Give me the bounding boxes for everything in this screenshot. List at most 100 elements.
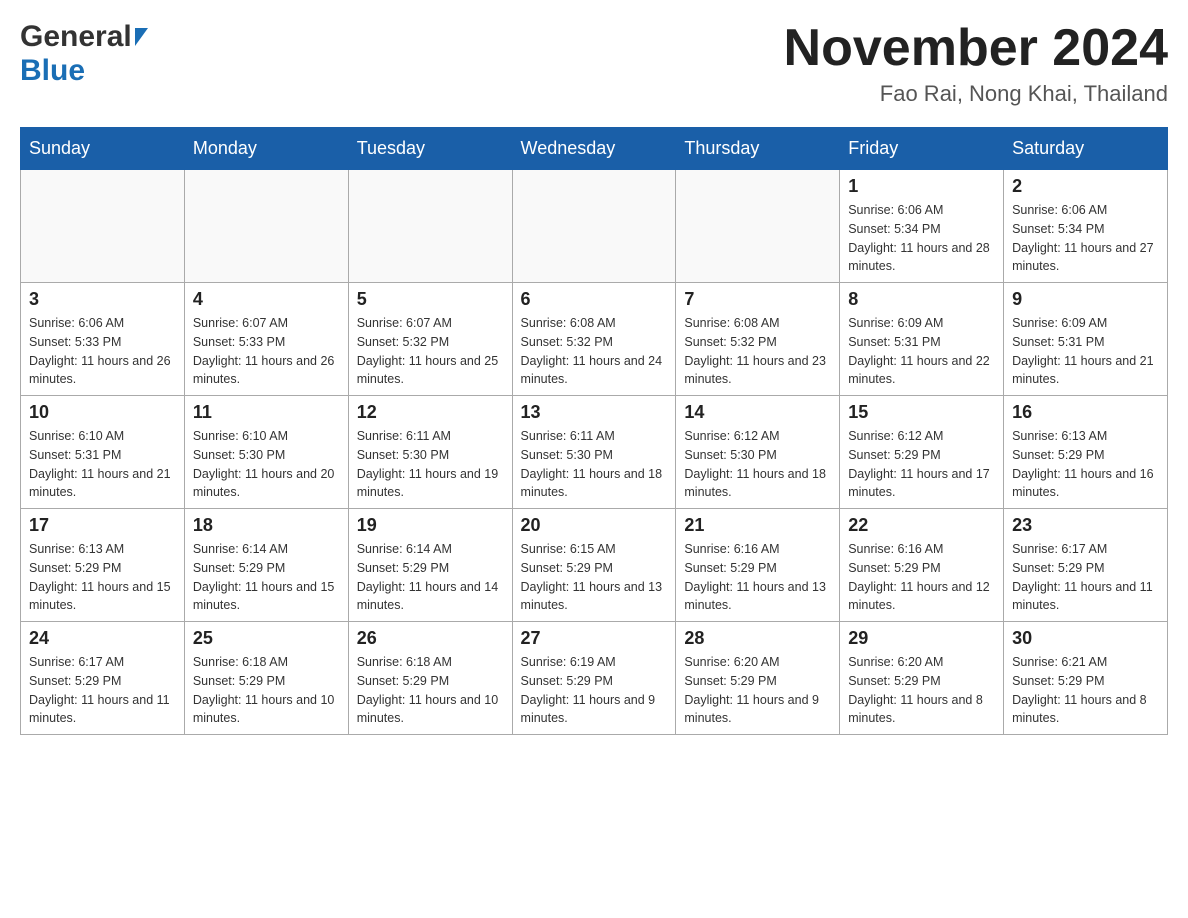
- day-info: Sunrise: 6:13 AMSunset: 5:29 PMDaylight:…: [1012, 427, 1159, 502]
- calendar-cell: 2Sunrise: 6:06 AMSunset: 5:34 PMDaylight…: [1004, 170, 1168, 283]
- calendar-cell: [184, 170, 348, 283]
- calendar-cell: 22Sunrise: 6:16 AMSunset: 5:29 PMDayligh…: [840, 509, 1004, 622]
- calendar-week-1: 1 Sunrise: 6:06 AMSunset: 5:34 PMDaylight…: [21, 170, 1168, 283]
- day-number: 17: [29, 515, 176, 536]
- day-info: Sunrise: 6:18 AMSunset: 5:29 PMDaylight:…: [357, 653, 504, 728]
- calendar-header-tuesday: Tuesday: [348, 128, 512, 170]
- calendar-cell: 24 Sunrise: 6:17 AMSunset: 5:29 PMDayligh…: [21, 622, 185, 735]
- day-info: Sunrise: 6:14 AMSunset: 5:29 PMDaylight:…: [357, 540, 504, 615]
- calendar-table: SundayMondayTuesdayWednesdayThursdayFrid…: [20, 127, 1168, 735]
- calendar-cell: 16 Sunrise: 6:13 AMSunset: 5:29 PMDayligh…: [1004, 396, 1168, 509]
- calendar-cell: 21Sunrise: 6:16 AMSunset: 5:29 PMDayligh…: [676, 509, 840, 622]
- day-info: Sunrise: 6:15 AMSunset: 5:29 PMDaylight:…: [521, 540, 668, 615]
- day-number: 26: [357, 628, 504, 649]
- calendar-cell: 1 Sunrise: 6:06 AMSunset: 5:34 PMDaylight…: [840, 170, 1004, 283]
- day-info: Sunrise: 6:10 AMSunset: 5:30 PMDaylight:…: [193, 427, 340, 502]
- day-info: Sunrise: 6:11 AMSunset: 5:30 PMDaylight:…: [521, 427, 668, 502]
- logo-triangle-icon: [135, 28, 148, 46]
- logo: General Blue: [20, 20, 148, 88]
- day-number: 24: [29, 628, 176, 649]
- calendar-header-friday: Friday: [840, 128, 1004, 170]
- day-info: Sunrise: 6:20 AMSunset: 5:29 PMDaylight:…: [684, 653, 831, 728]
- day-number: 8: [848, 289, 995, 310]
- day-info: Sunrise: 6:12 AMSunset: 5:30 PMDaylight:…: [684, 427, 831, 502]
- calendar-week-3: 10Sunrise: 6:10 AMSunset: 5:31 PMDayligh…: [21, 396, 1168, 509]
- calendar-cell: 25 Sunrise: 6:18 AMSunset: 5:29 PMDayligh…: [184, 622, 348, 735]
- calendar-week-4: 17 Sunrise: 6:13 AMSunset: 5:29 PMDayligh…: [21, 509, 1168, 622]
- day-number: 10: [29, 402, 176, 423]
- day-number: 9: [1012, 289, 1159, 310]
- day-number: 6: [521, 289, 668, 310]
- day-number: 1: [848, 176, 995, 197]
- calendar-header-monday: Monday: [184, 128, 348, 170]
- day-info: Sunrise: 6:09 AMSunset: 5:31 PMDaylight:…: [848, 314, 995, 389]
- day-number: 11: [193, 402, 340, 423]
- day-number: 4: [193, 289, 340, 310]
- calendar-cell: [21, 170, 185, 283]
- day-info: Sunrise: 6:20 AMSunset: 5:29 PMDaylight:…: [848, 653, 995, 728]
- day-number: 30: [1012, 628, 1159, 649]
- calendar-cell: 14 Sunrise: 6:12 AMSunset: 5:30 PMDayligh…: [676, 396, 840, 509]
- day-info: Sunrise: 6:06 AMSunset: 5:33 PMDaylight:…: [29, 314, 176, 389]
- day-number: 20: [521, 515, 668, 536]
- day-info: Sunrise: 6:21 AMSunset: 5:29 PMDaylight:…: [1012, 653, 1159, 728]
- day-number: 14: [684, 402, 831, 423]
- calendar-cell: 10Sunrise: 6:10 AMSunset: 5:31 PMDayligh…: [21, 396, 185, 509]
- logo-general-text: General: [20, 20, 132, 54]
- day-info: Sunrise: 6:07 AMSunset: 5:33 PMDaylight:…: [193, 314, 340, 389]
- day-number: 16: [1012, 402, 1159, 423]
- calendar-cell: 5 Sunrise: 6:07 AMSunset: 5:32 PMDaylight…: [348, 283, 512, 396]
- calendar-cell: 20 Sunrise: 6:15 AMSunset: 5:29 PMDayligh…: [512, 509, 676, 622]
- day-number: 12: [357, 402, 504, 423]
- day-info: Sunrise: 6:17 AMSunset: 5:29 PMDaylight:…: [29, 653, 176, 728]
- day-number: 18: [193, 515, 340, 536]
- day-info: Sunrise: 6:13 AMSunset: 5:29 PMDaylight:…: [29, 540, 176, 615]
- calendar-cell: 30 Sunrise: 6:21 AMSunset: 5:29 PMDayligh…: [1004, 622, 1168, 735]
- calendar-cell: 29Sunrise: 6:20 AMSunset: 5:29 PMDayligh…: [840, 622, 1004, 735]
- day-info: Sunrise: 6:06 AMSunset: 5:34 PMDaylight:…: [848, 201, 995, 276]
- page-header: General Blue November 2024 Fao Rai, Nong…: [20, 20, 1168, 107]
- calendar-cell: 15Sunrise: 6:12 AMSunset: 5:29 PMDayligh…: [840, 396, 1004, 509]
- calendar-week-2: 3Sunrise: 6:06 AMSunset: 5:33 PMDaylight…: [21, 283, 1168, 396]
- calendar-cell: [348, 170, 512, 283]
- month-title: November 2024: [784, 20, 1168, 77]
- day-info: Sunrise: 6:06 AMSunset: 5:34 PMDaylight:…: [1012, 201, 1159, 276]
- calendar-cell: 7Sunrise: 6:08 AMSunset: 5:32 PMDaylight…: [676, 283, 840, 396]
- logo-blue-text: Blue: [20, 54, 85, 87]
- day-number: 27: [521, 628, 668, 649]
- calendar-cell: 19 Sunrise: 6:14 AMSunset: 5:29 PMDayligh…: [348, 509, 512, 622]
- day-info: Sunrise: 6:08 AMSunset: 5:32 PMDaylight:…: [521, 314, 668, 389]
- calendar-header-thursday: Thursday: [676, 128, 840, 170]
- day-number: 19: [357, 515, 504, 536]
- day-number: 13: [521, 402, 668, 423]
- calendar-cell: 6 Sunrise: 6:08 AMSunset: 5:32 PMDaylight…: [512, 283, 676, 396]
- day-info: Sunrise: 6:19 AMSunset: 5:29 PMDaylight:…: [521, 653, 668, 728]
- calendar-cell: 17 Sunrise: 6:13 AMSunset: 5:29 PMDayligh…: [21, 509, 185, 622]
- calendar-cell: 12Sunrise: 6:11 AMSunset: 5:30 PMDayligh…: [348, 396, 512, 509]
- calendar-cell: [512, 170, 676, 283]
- title-area: November 2024 Fao Rai, Nong Khai, Thaila…: [784, 20, 1168, 107]
- calendar-cell: 18 Sunrise: 6:14 AMSunset: 5:29 PMDayligh…: [184, 509, 348, 622]
- calendar-cell: 3Sunrise: 6:06 AMSunset: 5:33 PMDaylight…: [21, 283, 185, 396]
- day-info: Sunrise: 6:17 AMSunset: 5:29 PMDaylight:…: [1012, 540, 1159, 615]
- day-number: 28: [684, 628, 831, 649]
- day-info: Sunrise: 6:09 AMSunset: 5:31 PMDaylight:…: [1012, 314, 1159, 389]
- calendar-cell: 9 Sunrise: 6:09 AMSunset: 5:31 PMDaylight…: [1004, 283, 1168, 396]
- day-number: 15: [848, 402, 995, 423]
- day-info: Sunrise: 6:16 AMSunset: 5:29 PMDaylight:…: [684, 540, 831, 615]
- calendar-cell: 27 Sunrise: 6:19 AMSunset: 5:29 PMDayligh…: [512, 622, 676, 735]
- calendar-cell: 23Sunrise: 6:17 AMSunset: 5:29 PMDayligh…: [1004, 509, 1168, 622]
- day-number: 22: [848, 515, 995, 536]
- calendar-week-5: 24 Sunrise: 6:17 AMSunset: 5:29 PMDayligh…: [21, 622, 1168, 735]
- calendar-header-saturday: Saturday: [1004, 128, 1168, 170]
- day-number: 25: [193, 628, 340, 649]
- calendar-cell: 28 Sunrise: 6:20 AMSunset: 5:29 PMDayligh…: [676, 622, 840, 735]
- day-number: 5: [357, 289, 504, 310]
- calendar-cell: 26 Sunrise: 6:18 AMSunset: 5:29 PMDayligh…: [348, 622, 512, 735]
- day-number: 7: [684, 289, 831, 310]
- day-info: Sunrise: 6:18 AMSunset: 5:29 PMDaylight:…: [193, 653, 340, 728]
- day-info: Sunrise: 6:14 AMSunset: 5:29 PMDaylight:…: [193, 540, 340, 615]
- calendar-header-sunday: Sunday: [21, 128, 185, 170]
- day-info: Sunrise: 6:07 AMSunset: 5:32 PMDaylight:…: [357, 314, 504, 389]
- calendar-header-row: SundayMondayTuesdayWednesdayThursdayFrid…: [21, 128, 1168, 170]
